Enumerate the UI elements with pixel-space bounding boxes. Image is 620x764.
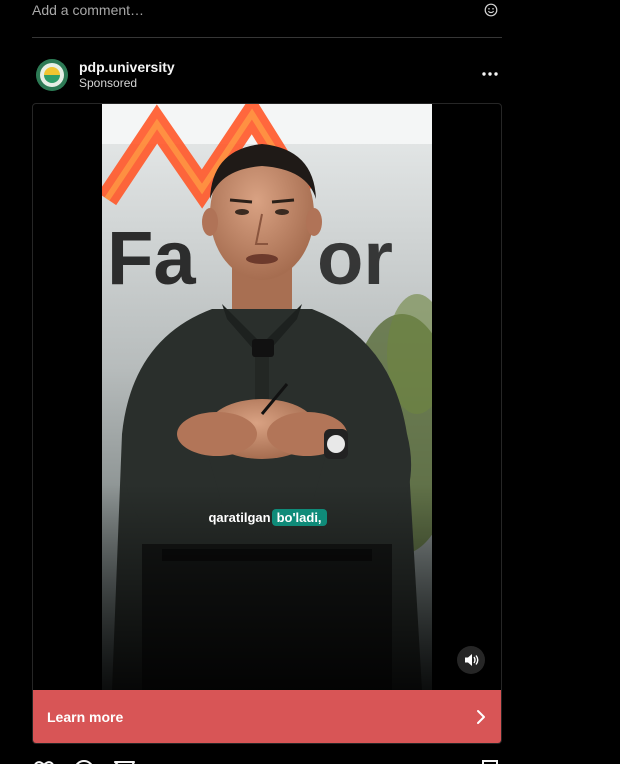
caption-word: qaratilgan: [208, 510, 271, 525]
learn-more-button[interactable]: Learn more: [33, 690, 501, 743]
comment-bar: Add a comment…: [32, 0, 502, 38]
post-header: pdp.university Sponsored: [32, 56, 502, 96]
pdp-logo-icon: [36, 59, 68, 91]
learn-more-label: Learn more: [47, 709, 124, 725]
share-icon[interactable]: [112, 758, 136, 764]
post-media: Fa or qaratilgan bo'ladi, Learn more: [32, 103, 502, 744]
sponsored-label: Sponsored: [79, 76, 138, 90]
post-actions: [32, 752, 502, 764]
chevron-right-icon: [477, 710, 485, 724]
video-player[interactable]: Fa or qaratilgan bo'ladi,: [102, 104, 432, 690]
speaker-icon: [465, 654, 479, 666]
caption-word-highlighted: bo'ladi,: [271, 509, 327, 526]
post-username[interactable]: pdp.university: [79, 59, 175, 75]
add-comment-input[interactable]: Add a comment…: [32, 1, 144, 19]
instagram-feed: Add a comment… pdp.university Sponsored: [0, 0, 620, 764]
video-caption: qaratilgan bo'ladi,: [102, 508, 432, 528]
ellipsis-icon[interactable]: [480, 66, 500, 82]
svg-text:or: or: [317, 216, 393, 301]
comment-icon[interactable]: [72, 758, 96, 764]
avatar[interactable]: [36, 59, 68, 91]
audio-toggle-button[interactable]: [457, 646, 485, 674]
video-frame: Fa or: [102, 104, 432, 690]
bookmark-icon[interactable]: [478, 758, 502, 764]
smiley-icon[interactable]: [484, 3, 498, 17]
heart-icon[interactable]: [32, 758, 56, 764]
svg-text:Fa: Fa: [107, 216, 196, 301]
